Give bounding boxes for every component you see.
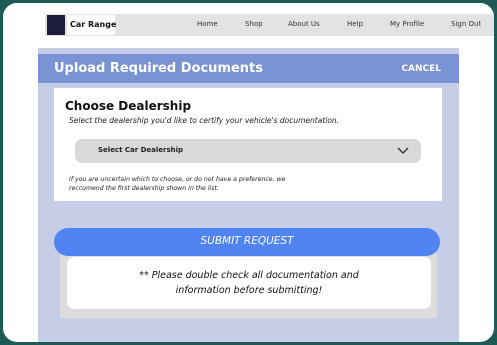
- brand-logo[interactable]: [47, 15, 65, 35]
- nav-link-help[interactable]: Help: [347, 20, 363, 28]
- nav-link-shop[interactable]: Shop: [245, 20, 263, 28]
- nav-link-home[interactable]: Home: [197, 20, 218, 28]
- brand-name[interactable]: Car Range: [67, 15, 116, 35]
- dealership-hint-line: If you are uncertain which to choose, or…: [69, 176, 286, 183]
- submit-note-text: ** Please double check all documentation…: [67, 268, 431, 298]
- page-title: Upload Required Documents: [54, 61, 264, 76]
- dealership-select-value: Select Car Dealership: [98, 146, 184, 154]
- dealership-hint: If you are uncertain which to choose, or…: [69, 175, 285, 193]
- submit-request-button[interactable]: SUBMIT REQUEST: [54, 228, 440, 256]
- dealership-card: Choose Dealership Select the dealership …: [54, 88, 442, 201]
- dealership-subtitle: Select the dealership you'd like to cert…: [69, 116, 340, 125]
- submit-note-line: ** Please double check all documentation…: [139, 270, 359, 281]
- dealership-hint-line: reccomend the first dealership shown in …: [69, 185, 219, 192]
- chevron-down-icon: [397, 147, 409, 154]
- top-navigation: Car Range Home Shop About Us Help My Pro…: [3, 3, 494, 38]
- submit-note-line: information before submitting!: [175, 285, 323, 296]
- app-frame: Car Range Home Shop About Us Help My Pro…: [3, 3, 494, 342]
- page-header: Upload Required Documents CANCEL: [38, 54, 459, 83]
- submit-note: ** Please double check all documentation…: [67, 257, 431, 309]
- nav-link-my-profile[interactable]: My Profile: [390, 20, 424, 28]
- nav-link-about-us[interactable]: About Us: [288, 20, 320, 28]
- nav-link-sign-out[interactable]: Sign Out: [451, 20, 481, 28]
- cancel-button[interactable]: CANCEL: [401, 64, 441, 74]
- dealership-select[interactable]: Select Car Dealership: [75, 139, 421, 163]
- dealership-title: Choose Dealership: [65, 99, 192, 113]
- submit-request-label: SUBMIT REQUEST: [200, 235, 294, 247]
